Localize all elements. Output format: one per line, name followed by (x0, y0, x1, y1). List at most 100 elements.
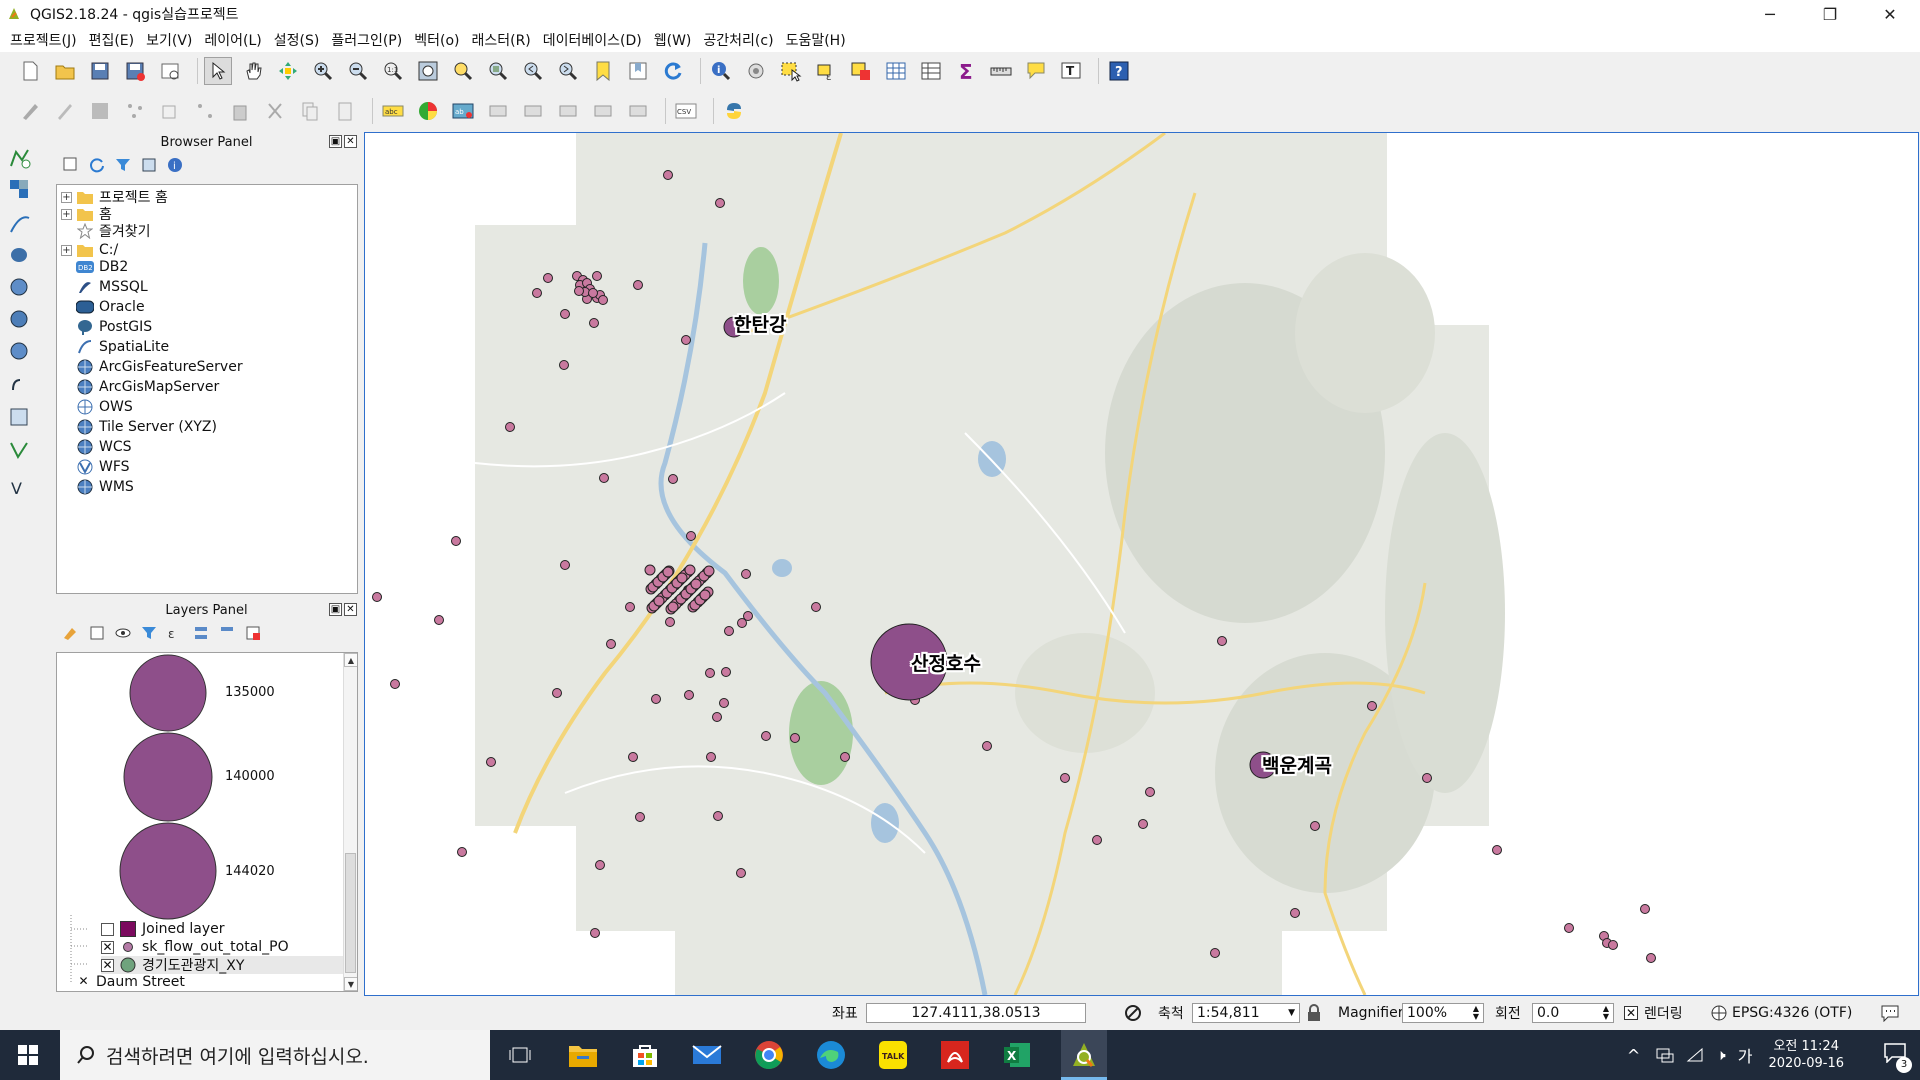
add-postgis-layer-icon[interactable] (6, 242, 34, 270)
menu-database[interactable]: 데이터베이스(D) (537, 30, 648, 50)
menu-vector[interactable]: 벡터(o) (408, 30, 465, 50)
action-icon[interactable] (742, 57, 770, 85)
collapse-all-icon[interactable] (218, 624, 236, 642)
layer-sk-flow-out[interactable]: ✕ sk_flow_out_total_PO (101, 938, 289, 956)
tree-item-oracle[interactable]: Oracle (57, 297, 145, 317)
toggle-editing-icon[interactable] (51, 97, 79, 125)
zoom-native-icon[interactable]: 1:1 (379, 57, 407, 85)
statistics-icon[interactable]: Σ (952, 57, 980, 85)
add-group-icon[interactable] (88, 624, 106, 642)
print-composer-icon[interactable] (156, 57, 184, 85)
kakaotalk-icon[interactable]: TALK (875, 1037, 911, 1073)
new-bookmark-icon[interactable] (589, 57, 617, 85)
attribute-table-icon[interactable] (882, 57, 910, 85)
current-edits-icon[interactable] (16, 97, 44, 125)
pan-to-selection-icon[interactable] (274, 57, 302, 85)
properties-icon[interactable]: i (166, 156, 184, 174)
scale-combobox[interactable]: 1:54,811 ▼ (1192, 1003, 1300, 1023)
menu-raster[interactable]: 래스터(R) (465, 30, 536, 50)
zoom-to-selection-icon[interactable] (449, 57, 477, 85)
menu-web[interactable]: 웹(W) (648, 30, 698, 50)
cut-features-icon[interactable] (261, 97, 289, 125)
crs-globe-icon[interactable] (1710, 1004, 1728, 1022)
save-project-icon[interactable] (86, 57, 114, 85)
mail-icon[interactable] (689, 1037, 725, 1073)
render-checkbox[interactable]: ✕ (1624, 1006, 1638, 1020)
filter-by-expression-icon[interactable]: ε (166, 624, 184, 642)
refresh-browser-icon[interactable] (88, 156, 106, 174)
field-calculator-icon[interactable] (917, 57, 945, 85)
menu-help[interactable]: 도움말(H) (780, 30, 852, 50)
add-wcs-layer-icon[interactable] (6, 306, 34, 334)
save-layer-edits-icon[interactable] (86, 97, 114, 125)
tree-item-arcgis-feature-server[interactable]: ArcGisFeatureServer (57, 357, 243, 377)
scroll-down-button[interactable]: ▼ (344, 977, 357, 991)
acrobat-icon[interactable] (937, 1037, 973, 1073)
add-raster-layer-icon[interactable] (6, 176, 34, 204)
add-wfs-layer-icon[interactable] (6, 338, 34, 366)
task-view-icon[interactable] (502, 1037, 538, 1073)
edge-icon[interactable] (813, 1037, 849, 1073)
zoom-last-icon[interactable] (519, 57, 547, 85)
highlight-pinned-labels-icon[interactable]: ab (449, 97, 477, 125)
tree-item-postgis[interactable]: PostGIS (57, 317, 152, 337)
help-icon[interactable]: ? (1105, 57, 1133, 85)
remove-layer-icon[interactable] (244, 624, 262, 642)
add-vector-layer-icon[interactable] (6, 144, 34, 172)
float-panel-button[interactable]: ▣ (329, 603, 342, 616)
add-spatialite-layer-icon[interactable] (6, 210, 34, 238)
move-feature-icon[interactable] (156, 97, 184, 125)
add-feature-icon[interactable] (121, 97, 149, 125)
tree-item-wms[interactable]: WMS (57, 477, 134, 497)
extents-toggle-icon[interactable] (1124, 1004, 1142, 1022)
microsoft-store-icon[interactable] (627, 1037, 663, 1073)
network-icon[interactable] (1656, 1047, 1674, 1063)
node-tool-icon[interactable] (191, 97, 219, 125)
zoom-out-icon[interactable] (344, 57, 372, 85)
chrome-icon[interactable] (751, 1037, 787, 1073)
taskbar-search-box[interactable]: 검색하려면 여기에 입력하십시오. (60, 1030, 490, 1080)
tree-item-wfs[interactable]: WFS (57, 457, 130, 477)
tree-item-favorites[interactable]: 즐겨찾기 (57, 221, 151, 241)
expand-all-icon[interactable] (192, 624, 210, 642)
manage-map-themes-icon[interactable] (114, 624, 132, 642)
delete-selected-icon[interactable] (226, 97, 254, 125)
pan-map-icon[interactable] (239, 57, 267, 85)
layer-visibility-checkbox[interactable]: ✕ (101, 940, 114, 954)
tree-item-spatialite[interactable]: SpatiaLite (57, 337, 169, 357)
layer-joined[interactable]: Joined layer (101, 920, 225, 938)
zoom-to-layer-icon[interactable] (484, 57, 512, 85)
layer-styling-icon[interactable] (62, 624, 80, 642)
add-selected-layers-icon[interactable] (62, 156, 80, 174)
close-button[interactable]: ✕ (1860, 0, 1920, 28)
qgis-taskbar-icon[interactable] (1061, 1030, 1107, 1080)
pin-labels-icon[interactable] (484, 97, 512, 125)
select-by-expression-icon[interactable]: ε (812, 57, 840, 85)
pan-select-icon[interactable] (204, 57, 232, 85)
save-as-icon[interactable] (121, 57, 149, 85)
tree-item-tile-server[interactable]: Tile Server (XYZ) (57, 417, 217, 437)
magnifier-spinbox[interactable]: 100% ▲ ▼ (1402, 1003, 1484, 1023)
coordinate-field[interactable]: 127.4111,38.0513 (866, 1003, 1086, 1023)
refresh-icon[interactable] (659, 57, 687, 85)
wifi-icon[interactable] (1686, 1047, 1704, 1063)
tree-item-mssql[interactable]: MSSQL (57, 277, 148, 297)
rotate-label-icon[interactable] (589, 97, 617, 125)
crs-status[interactable]: EPSG:4326 (OTF) (1732, 1005, 1852, 1021)
layer-visibility-checkbox[interactable] (101, 922, 114, 936)
paste-features-icon[interactable] (331, 97, 359, 125)
menu-processing[interactable]: 공간처리(c) (697, 30, 779, 50)
tree-item-db2[interactable]: DB2 DB2 (57, 257, 128, 277)
filter-browser-icon[interactable] (114, 156, 132, 174)
zoom-full-icon[interactable] (414, 57, 442, 85)
lock-icon[interactable] (1306, 1004, 1322, 1022)
system-clock[interactable]: 오전 11:24 2020-09-16 (1768, 1038, 1844, 1072)
new-shapefile-icon[interactable] (6, 436, 34, 464)
open-project-icon[interactable] (51, 57, 79, 85)
windows-start-icon[interactable] (18, 1045, 38, 1065)
python-console-icon[interactable] (720, 97, 748, 125)
scroll-up-button[interactable]: ▲ (344, 653, 357, 667)
csv-plugin-icon[interactable]: CSV (672, 97, 700, 125)
ime-indicator[interactable]: 가 (1738, 1043, 1753, 1067)
new-project-icon[interactable] (16, 57, 44, 85)
